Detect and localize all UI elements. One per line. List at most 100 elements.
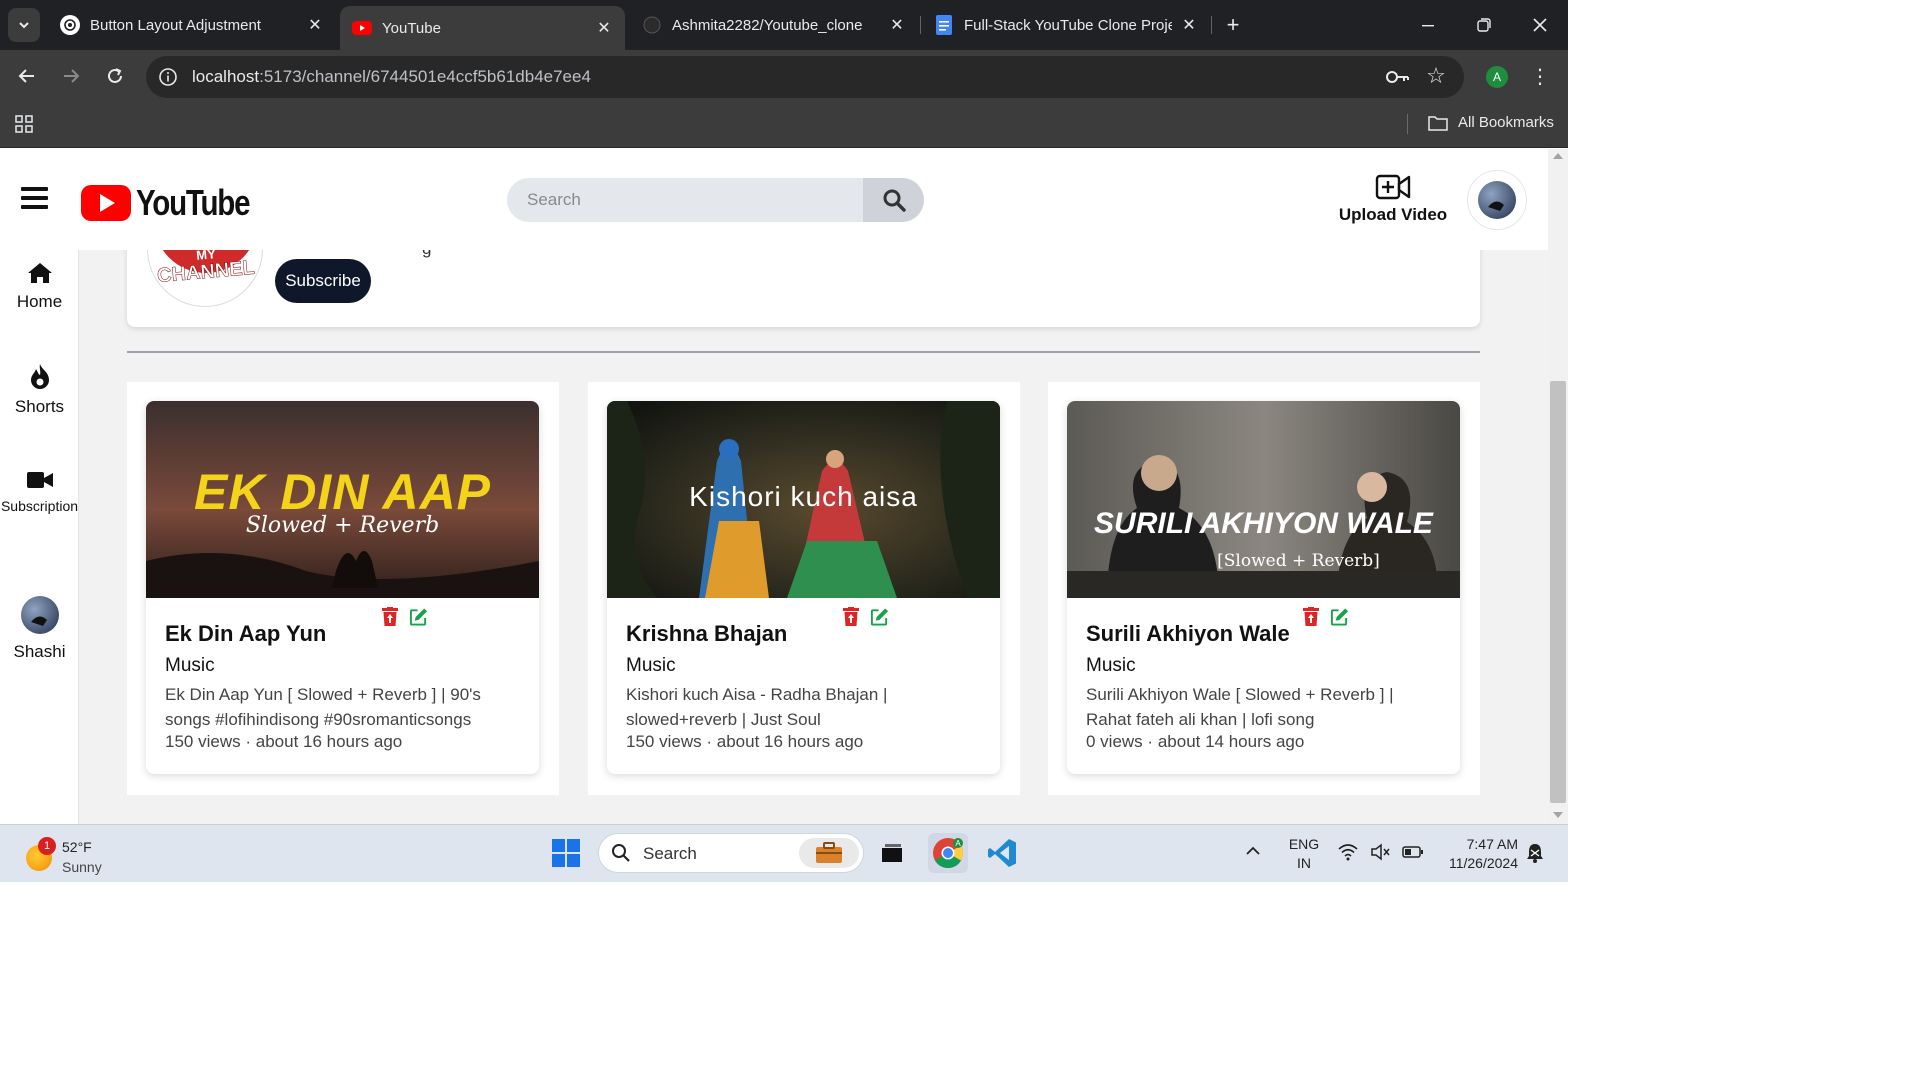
video-card[interactable]: Kishori kuch aisa Krishna Bhajan Music K… [607,401,1000,774]
delete-button[interactable] [380,606,399,627]
delete-button[interactable] [841,606,860,627]
video-card-container: Kishori kuch aisa Krishna Bhajan Music K… [588,382,1020,795]
page-scrollbar[interactable] [1548,149,1568,824]
youtube-logo[interactable]: YouTube [81,182,274,224]
system-clock[interactable]: 7:47 AM 11/26/2024 [1436,835,1518,873]
chrome-taskbar-button[interactable]: A [928,833,968,873]
video-title[interactable]: Krishna Bhajan [626,621,787,647]
start-button[interactable] [546,833,586,873]
video-title[interactable]: Ek Din Aap Yun [165,621,326,647]
minimize-icon [1422,25,1434,27]
edit-button[interactable] [1330,606,1349,627]
sidebar-item-shorts[interactable]: Shorts [0,363,79,417]
clock-time: 7:47 AM [1466,836,1518,852]
vscode-taskbar-button[interactable] [982,833,1022,873]
edit-button[interactable] [409,606,428,627]
video-category: Music [626,655,676,676]
scroll-down-arrow[interactable] [1553,812,1563,818]
close-icon[interactable]: ✕ [888,15,906,35]
tab-github[interactable]: Ashmita2282/Youtube_clone ✕ [630,6,918,44]
search-button[interactable] [863,178,924,222]
edit-button[interactable] [870,606,889,627]
search-icon [612,844,630,862]
home-icon [27,263,52,283]
forward-button[interactable] [55,60,87,92]
profile-avatar[interactable]: A [1486,66,1508,88]
tab-search-button[interactable] [8,8,40,42]
all-bookmarks-button[interactable]: All Bookmarks [1428,114,1554,131]
sidebar-item-home[interactable]: Home [0,262,79,312]
sidebar-item-profile[interactable]: Shashi [0,596,79,662]
close-icon[interactable]: ✕ [595,18,613,38]
tab-docs[interactable]: Full-Stack YouTube Clone Proje ✕ [922,6,1210,44]
back-button[interactable] [11,60,43,92]
github-icon [642,15,662,35]
video-card[interactable]: SURILI AKHIYON WALE [Slowed + Reverb] Su… [1067,401,1460,774]
tab-title: Button Layout Adjustment [90,16,261,34]
wifi-icon[interactable] [1338,843,1358,861]
chevron-up-icon [1246,846,1260,855]
url-text[interactable]: localhost:5173/channel/6744501e4ccf5b61d… [192,67,591,87]
scrollbar-thumb[interactable] [1550,381,1566,803]
video-card[interactable]: EK DIN AAP Slowed + Reverb Ek Din Aap Yu… [146,401,539,774]
video-actions [380,606,428,628]
upload-video-button[interactable]: Upload Video [1330,173,1456,225]
address-bar[interactable]: localhost:5173/channel/6744501e4ccf5b61d… [146,56,1464,98]
taskbar-search-label: Search [643,844,697,863]
browser-tab-strip: Button Layout Adjustment ✕ YouTube ✕ Ash… [0,0,1568,50]
battery-icon[interactable] [1402,843,1424,861]
windows-logo-icon [552,839,580,867]
show-hidden-icons[interactable] [1246,843,1260,859]
more-menu-icon[interactable]: ⋮ [1530,64,1550,90]
new-tab-button[interactable]: + [1218,10,1248,40]
tab-title: YouTube [382,19,441,37]
weather-widget[interactable]: 1 52°F Sunny [24,833,124,875]
reload-button[interactable] [99,60,131,92]
taskbar-search[interactable]: Search [598,833,864,873]
restore-button[interactable] [1456,0,1512,50]
apps-grid-icon[interactable] [14,114,34,134]
scroll-up-arrow[interactable] [1553,153,1563,159]
sidebar: Home Shorts Subscription Shashi [0,250,79,824]
close-icon[interactable]: ✕ [306,15,324,35]
notification-center-icon[interactable] [1526,843,1544,868]
thumbnail-title: SURILI AKHIYON WALE [1094,507,1433,540]
bookmarks-separator [1407,114,1408,134]
arrow-right-icon [64,69,80,83]
task-view-button[interactable] [872,833,912,873]
trash-icon [842,607,859,626]
chevron-down-icon [19,22,29,29]
search-input[interactable] [507,178,863,222]
search-icon [883,189,906,212]
folder-icon [1428,115,1448,131]
volume-muted-icon[interactable] [1370,843,1390,861]
close-icon[interactable]: ✕ [1180,15,1198,35]
trash-icon [1302,607,1319,626]
tab-button-layout[interactable]: Button Layout Adjustment ✕ [48,6,336,44]
video-thumbnail[interactable]: Kishori kuch aisa [607,401,1000,598]
all-bookmarks-label: All Bookmarks [1458,114,1554,131]
chatgpt-icon [60,15,80,35]
user-avatar-button[interactable] [1467,170,1527,230]
sidebar-item-subscription[interactable]: Subscription [0,470,79,516]
sidebar-item-label: Shashi [13,642,66,661]
video-thumbnail[interactable]: SURILI AKHIYON WALE [Slowed + Reverb] [1067,401,1460,598]
site-info-icon[interactable] [158,67,178,87]
edit-icon [1330,607,1349,626]
video-thumbnail[interactable]: EK DIN AAP Slowed + Reverb [146,401,539,598]
bookmark-star-icon[interactable]: ☆ [1424,64,1448,88]
video-title[interactable]: Surili Akhiyon Wale [1086,621,1290,647]
input-language[interactable]: ENG IN [1284,835,1324,873]
video-category: Music [1086,655,1136,676]
thumbnail-subtitle: [Slowed + Reverb] [1217,551,1380,571]
password-key-icon[interactable] [1384,66,1410,88]
subscribe-button[interactable]: Subscribe [275,259,371,303]
tab-youtube[interactable]: YouTube ✕ [340,6,625,50]
delete-button[interactable] [1301,606,1320,627]
bookmarks-bar: All Bookmarks [0,102,1568,148]
minimize-button[interactable] [1400,0,1456,50]
close-icon [1533,18,1547,32]
video-meta: 150 views · about 16 hours ago [165,732,402,752]
hamburger-menu-icon[interactable] [21,187,48,211]
close-window-button[interactable] [1512,0,1568,50]
